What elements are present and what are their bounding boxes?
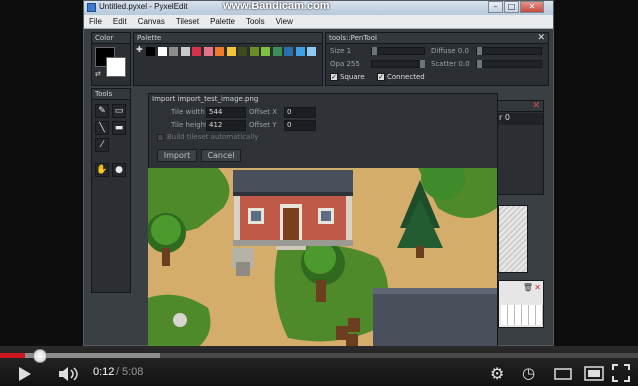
pentool-panel-title: tools::PenTool [329,34,377,42]
palette-swatch[interactable] [215,47,224,56]
close-icon[interactable]: ✕ [537,33,545,44]
palette-swatch[interactable] [295,47,305,56]
tile-width-input[interactable]: 544 [206,107,246,118]
played-bar [0,353,25,358]
maximize-button[interactable]: □ [504,1,519,13]
menu-canvas[interactable]: Canvas [138,15,165,28]
current-time: 0:12 [93,366,115,378]
build-tileset-checkbox[interactable] [157,134,164,141]
palette-swatch[interactable] [146,47,155,56]
line-tool-icon[interactable]: ╲ [95,121,109,135]
close-tileset-icon[interactable]: ✕ [534,283,541,292]
total-time: 5:08 [122,366,144,378]
scatter-slider[interactable] [476,60,542,68]
import-button[interactable]: Import [157,149,197,162]
palette-swatch[interactable] [238,47,247,56]
palette-swatch[interactable] [157,47,167,56]
palette-swatch[interactable] [272,47,282,56]
menu-edit[interactable]: Edit [113,15,127,28]
palette-swatch[interactable] [284,47,293,56]
tools-panel-title: Tools [95,90,113,98]
menu-view[interactable]: View [276,15,293,28]
tile-grid: 🗑 ✕ [498,280,544,328]
volume-icon[interactable] [58,366,80,382]
scrubber-handle[interactable] [32,349,47,363]
swap-colors-icon[interactable]: ⇄ [95,70,101,78]
menu-file[interactable]: File [89,15,102,28]
opacity-label: Opa 255 [330,60,360,68]
palette-swatch[interactable] [307,47,316,56]
offset-y-input[interactable]: 0 [284,120,316,131]
size-label: Size 1 [330,47,352,55]
progress-bar[interactable] [0,353,638,358]
square-label: Square [340,73,365,81]
delete-layer-icon[interactable]: ✕ [532,101,540,112]
image-preview-canvas[interactable] [148,168,497,346]
palette-swatch[interactable] [226,47,236,56]
pen-tool-icon[interactable]: ✎ [95,104,109,118]
settings-gear-icon[interactable]: ⚙ [490,364,504,383]
menu-bar: File Edit Canvas Tileset Palette Tools V… [84,15,553,29]
menu-tileset[interactable]: Tileset [176,15,199,28]
palette-swatch[interactable] [180,47,190,56]
palette-panel-title: Palette [137,34,162,42]
offset-x-label: Offset X [249,108,278,116]
diffuse-slider[interactable] [476,47,542,55]
connected-label: Connected [387,73,425,81]
offset-y-label: Offset Y [249,121,277,129]
tile-height-label: Tile height [171,121,208,129]
watch-later-icon[interactable]: ◷ [522,364,535,382]
recorder-watermark: www.Bandicam.com [223,0,330,12]
palette-swatch[interactable] [169,47,178,56]
menu-tools[interactable]: Tools [246,15,265,28]
eyedropper-tool-icon[interactable]: ⁄ [95,138,109,152]
add-swatch-icon[interactable]: ✚ [136,45,143,54]
tileset-preview [498,205,528,273]
hand-tool-icon[interactable]: ✋ [95,163,109,177]
diffuse-label: Diffuse 0.0 [431,47,469,55]
video-frame[interactable]: Untitled.pyxel - PyxelEdit – □ ✕ File Ed… [0,0,638,346]
offset-x-input[interactable]: 0 [284,107,316,118]
close-window-button[interactable]: ✕ [520,1,544,13]
small-player-icon[interactable] [554,368,572,380]
large-player-icon[interactable] [584,366,604,381]
palette-swatch[interactable] [192,47,201,56]
tile-height-input[interactable]: 412 [206,120,246,131]
scatter-label: Scatter 0.0 [431,60,470,68]
palette-swatch[interactable] [261,47,270,56]
menu-palette[interactable]: Palette [210,15,235,28]
secondary-color[interactable] [106,57,126,77]
play-icon[interactable] [17,366,33,382]
import-dialog-title: Import import_test_image.png [152,95,259,103]
tileset-artwork [148,168,497,346]
palette-swatch[interactable] [249,47,259,56]
fullscreen-icon[interactable] [612,364,630,382]
palette-panel: Palette ✚ [133,32,323,86]
color-panel: Color ⇄ [91,32,131,86]
palette-swatch[interactable] [203,47,213,56]
tile-width-label: Tile width [171,108,205,116]
eraser-tool-icon[interactable]: ▭ [112,104,126,118]
zoom-tool-icon[interactable]: ● [112,163,126,177]
app-icon [87,3,96,12]
tools-panel: Tools ✎ ▭ ╲ ▬ ⁄ ✋ ● [91,88,131,293]
build-tileset-label: Build tileset automatically [167,133,259,141]
trash-icon[interactable]: 🗑 [523,283,533,292]
opacity-slider[interactable] [371,60,425,68]
minimize-button[interactable]: – [488,1,503,13]
connected-checkbox[interactable]: ✓ [377,73,385,81]
window-title: Untitled.pyxel - PyxelEdit [99,2,188,11]
color-panel-title: Color [95,34,114,42]
rect-tool-icon[interactable]: ▬ [112,121,126,135]
size-slider[interactable] [371,47,425,55]
time-separator: / [116,366,120,378]
cancel-button[interactable]: Cancel [201,149,241,162]
square-checkbox[interactable]: ✓ [330,73,338,81]
pentool-panel: tools::PenTool ✕ Size 1 Diffuse 0.0 Opa 2… [325,32,549,86]
